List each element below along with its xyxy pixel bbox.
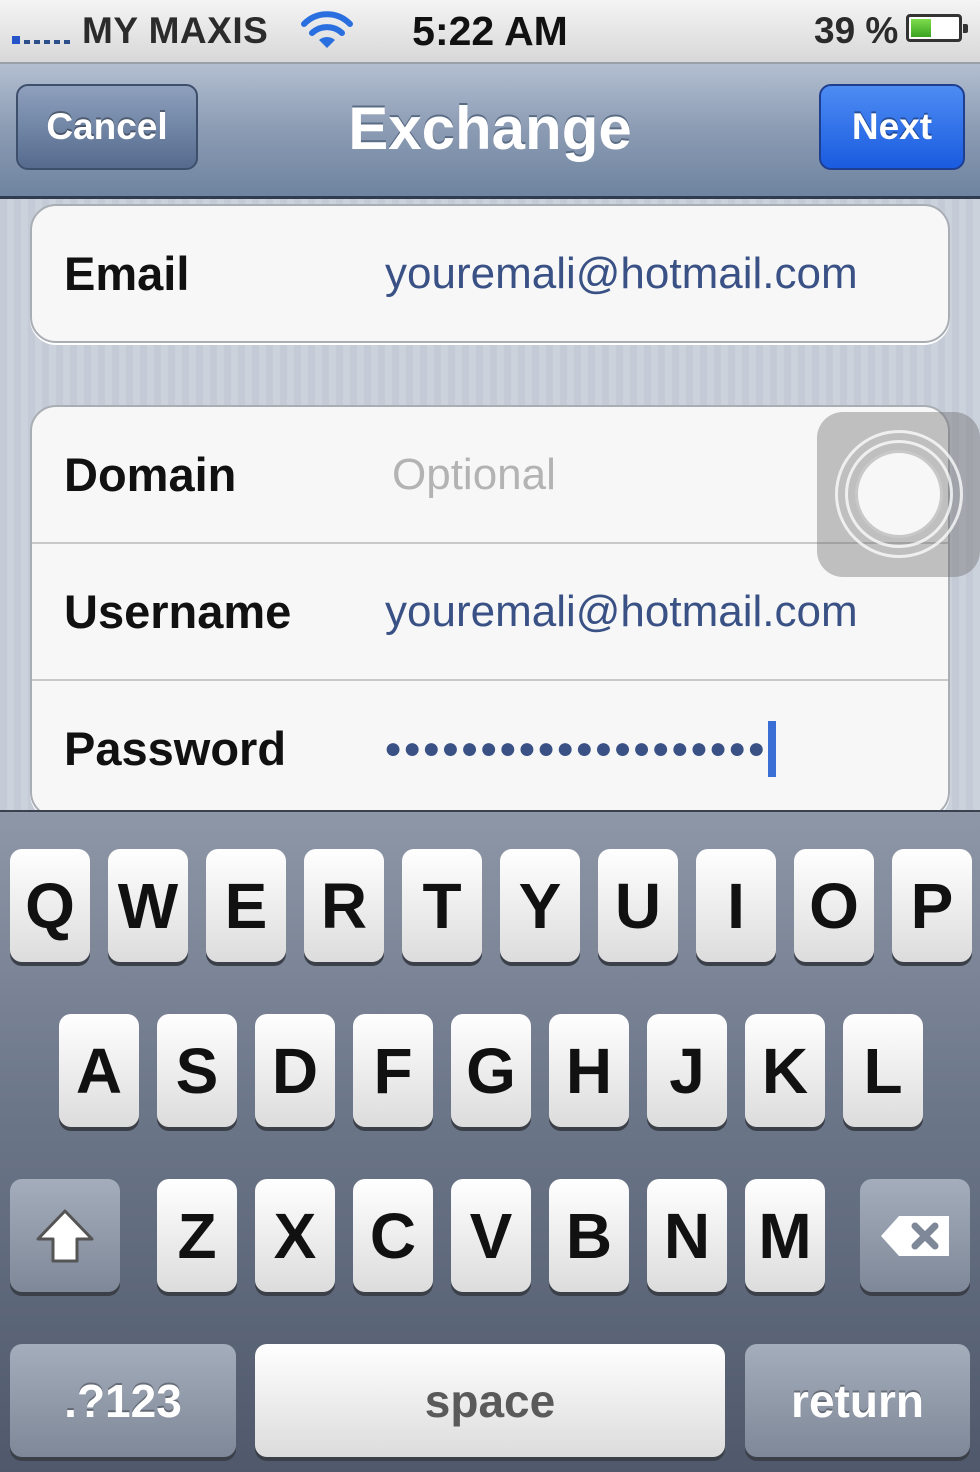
key-r[interactable]: R [304, 849, 384, 962]
key-i[interactable]: I [696, 849, 776, 962]
key-m[interactable]: M [745, 1179, 825, 1292]
text-cursor [768, 720, 777, 777]
key-f[interactable]: F [353, 1014, 433, 1127]
battery-percent: 39 % [814, 10, 899, 51]
backspace-icon [881, 1215, 949, 1256]
status-bar: MY MAXIS 5:22 AM 39 % [0, 0, 980, 64]
key-c[interactable]: C [353, 1179, 433, 1292]
domain-field[interactable]: Optional [392, 407, 556, 542]
key-q[interactable]: Q [10, 849, 90, 962]
password-label: Password [64, 722, 287, 775]
email-label: Email [64, 247, 190, 300]
key-x[interactable]: X [255, 1179, 335, 1292]
shift-icon [36, 1209, 94, 1262]
shift-key[interactable] [10, 1179, 120, 1292]
key-s[interactable]: S [157, 1014, 237, 1127]
key-b[interactable]: B [549, 1179, 629, 1292]
key-g[interactable]: G [451, 1014, 531, 1127]
key-d[interactable]: D [255, 1014, 335, 1127]
space-key[interactable]: space [255, 1344, 725, 1457]
key-l[interactable]: L [843, 1014, 923, 1127]
key-a[interactable]: A [59, 1014, 139, 1127]
account-group: Domain Optional Username youremali@hotma… [30, 405, 950, 810]
return-key[interactable]: return [745, 1344, 970, 1457]
username-label: Username [64, 585, 292, 638]
username-field[interactable]: youremali@hotmail.com [385, 544, 858, 679]
delete-key[interactable] [860, 1179, 970, 1292]
key-t[interactable]: T [402, 849, 482, 962]
battery-icon [906, 14, 968, 42]
email-field[interactable]: youremali@hotmail.com [385, 206, 858, 341]
numbers-key[interactable]: .?123 [10, 1344, 236, 1457]
next-button[interactable]: Next [819, 84, 965, 170]
key-z[interactable]: Z [157, 1179, 237, 1292]
password-field[interactable]: ●●●●●●●●●●●●●●●●●●●● [384, 681, 777, 810]
email-row[interactable]: Email youremali@hotmail.com [32, 206, 948, 341]
domain-row[interactable]: Domain Optional [32, 407, 948, 544]
key-v[interactable]: V [451, 1179, 531, 1292]
key-y[interactable]: Y [500, 849, 580, 962]
password-row[interactable]: Password ●●●●●●●●●●●●●●●●●●●● [32, 681, 948, 810]
key-u[interactable]: U [598, 849, 678, 962]
navigation-bar: Cancel Exchange Next [0, 64, 980, 199]
assistive-touch-button[interactable] [817, 412, 980, 577]
key-w[interactable]: W [108, 849, 188, 962]
password-mask: ●●●●●●●●●●●●●●●●●●●● [384, 731, 767, 765]
key-p[interactable]: P [892, 849, 972, 962]
username-row[interactable]: Username youremali@hotmail.com [32, 544, 948, 681]
key-j[interactable]: J [647, 1014, 727, 1127]
key-k[interactable]: K [745, 1014, 825, 1127]
email-group: Email youremali@hotmail.com [30, 204, 950, 343]
key-o[interactable]: O [794, 849, 874, 962]
key-e[interactable]: E [206, 849, 286, 962]
domain-label: Domain [64, 448, 237, 501]
key-h[interactable]: H [549, 1014, 629, 1127]
keyboard: QWERTYUIOP ASDFGHJKL ZXCVBNM .?123 space… [0, 810, 980, 1472]
key-n[interactable]: N [647, 1179, 727, 1292]
